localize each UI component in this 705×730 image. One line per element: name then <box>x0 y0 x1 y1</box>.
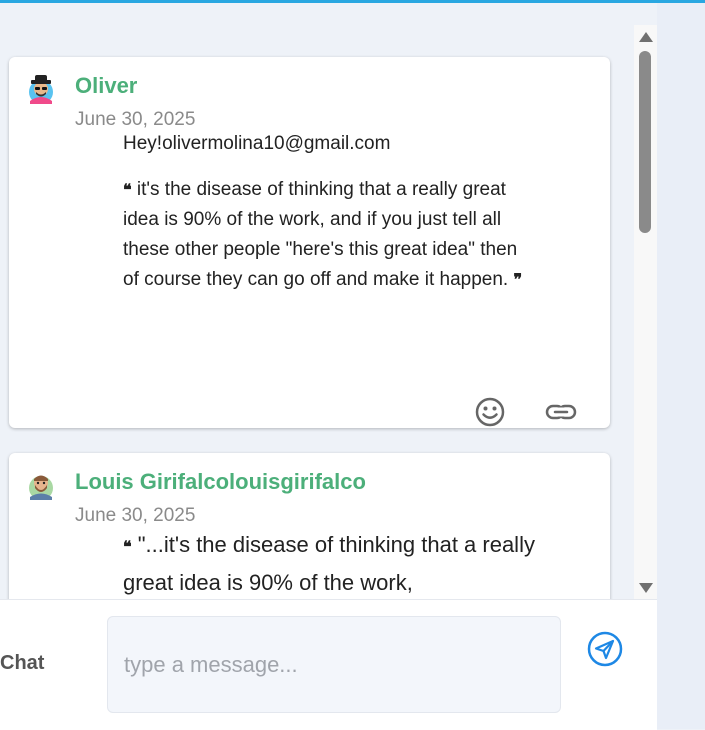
message-composer: Chat <box>0 599 657 730</box>
top-accent-bar <box>0 0 705 3</box>
emoji-icon <box>475 397 505 427</box>
message-email-line: Hey!olivermolina10@gmail.com <box>123 133 391 154</box>
avatar-image <box>29 475 53 500</box>
message-card: Louis Girifalcolouisgirifalco June 30, 2… <box>9 453 610 599</box>
link-icon <box>545 404 577 420</box>
open-quote-icon: ❝ <box>123 180 132 199</box>
send-icon <box>587 631 623 667</box>
close-quote-icon: ❞ <box>513 270 523 289</box>
message-quote: ❝ it's the disease of thinking that a re… <box>123 175 523 295</box>
quote-text: "...it's the disease of thinking that a … <box>123 532 535 595</box>
avatar-oliver[interactable] <box>27 73 55 105</box>
message-input[interactable] <box>107 616 561 713</box>
message-quote: ❝ "...it's the disease of thinking that … <box>123 527 543 599</box>
avatar-image <box>29 75 53 104</box>
message-card: Oliver June 30, 2025 Hey!olivermolina10@… <box>9 57 610 428</box>
scroll-down-arrow-icon[interactable] <box>639 583 653 593</box>
message-date: June 30, 2025 <box>75 109 196 130</box>
scroll-up-arrow-icon[interactable] <box>639 32 653 42</box>
quote-text: it's the disease of thinking that a real… <box>123 179 518 290</box>
vertical-scrollbar[interactable] <box>634 25 657 599</box>
message-date: June 30, 2025 <box>75 505 196 526</box>
right-panel <box>657 3 705 729</box>
message-author: Louis Girifalcolouisgirifalco <box>75 469 366 494</box>
chat-label: Chat <box>0 652 45 674</box>
message-list[interactable]: Oliver June 30, 2025 Hey!olivermolina10@… <box>0 25 634 599</box>
emoji-reaction-button[interactable] <box>473 395 507 429</box>
open-quote-icon: ❝ <box>123 537 132 556</box>
send-button[interactable] <box>587 631 623 667</box>
avatar-louis[interactable] <box>27 469 55 501</box>
copy-link-button[interactable] <box>544 395 578 429</box>
message-author: Oliver <box>75 73 138 98</box>
scrollbar-thumb[interactable] <box>639 51 651 233</box>
